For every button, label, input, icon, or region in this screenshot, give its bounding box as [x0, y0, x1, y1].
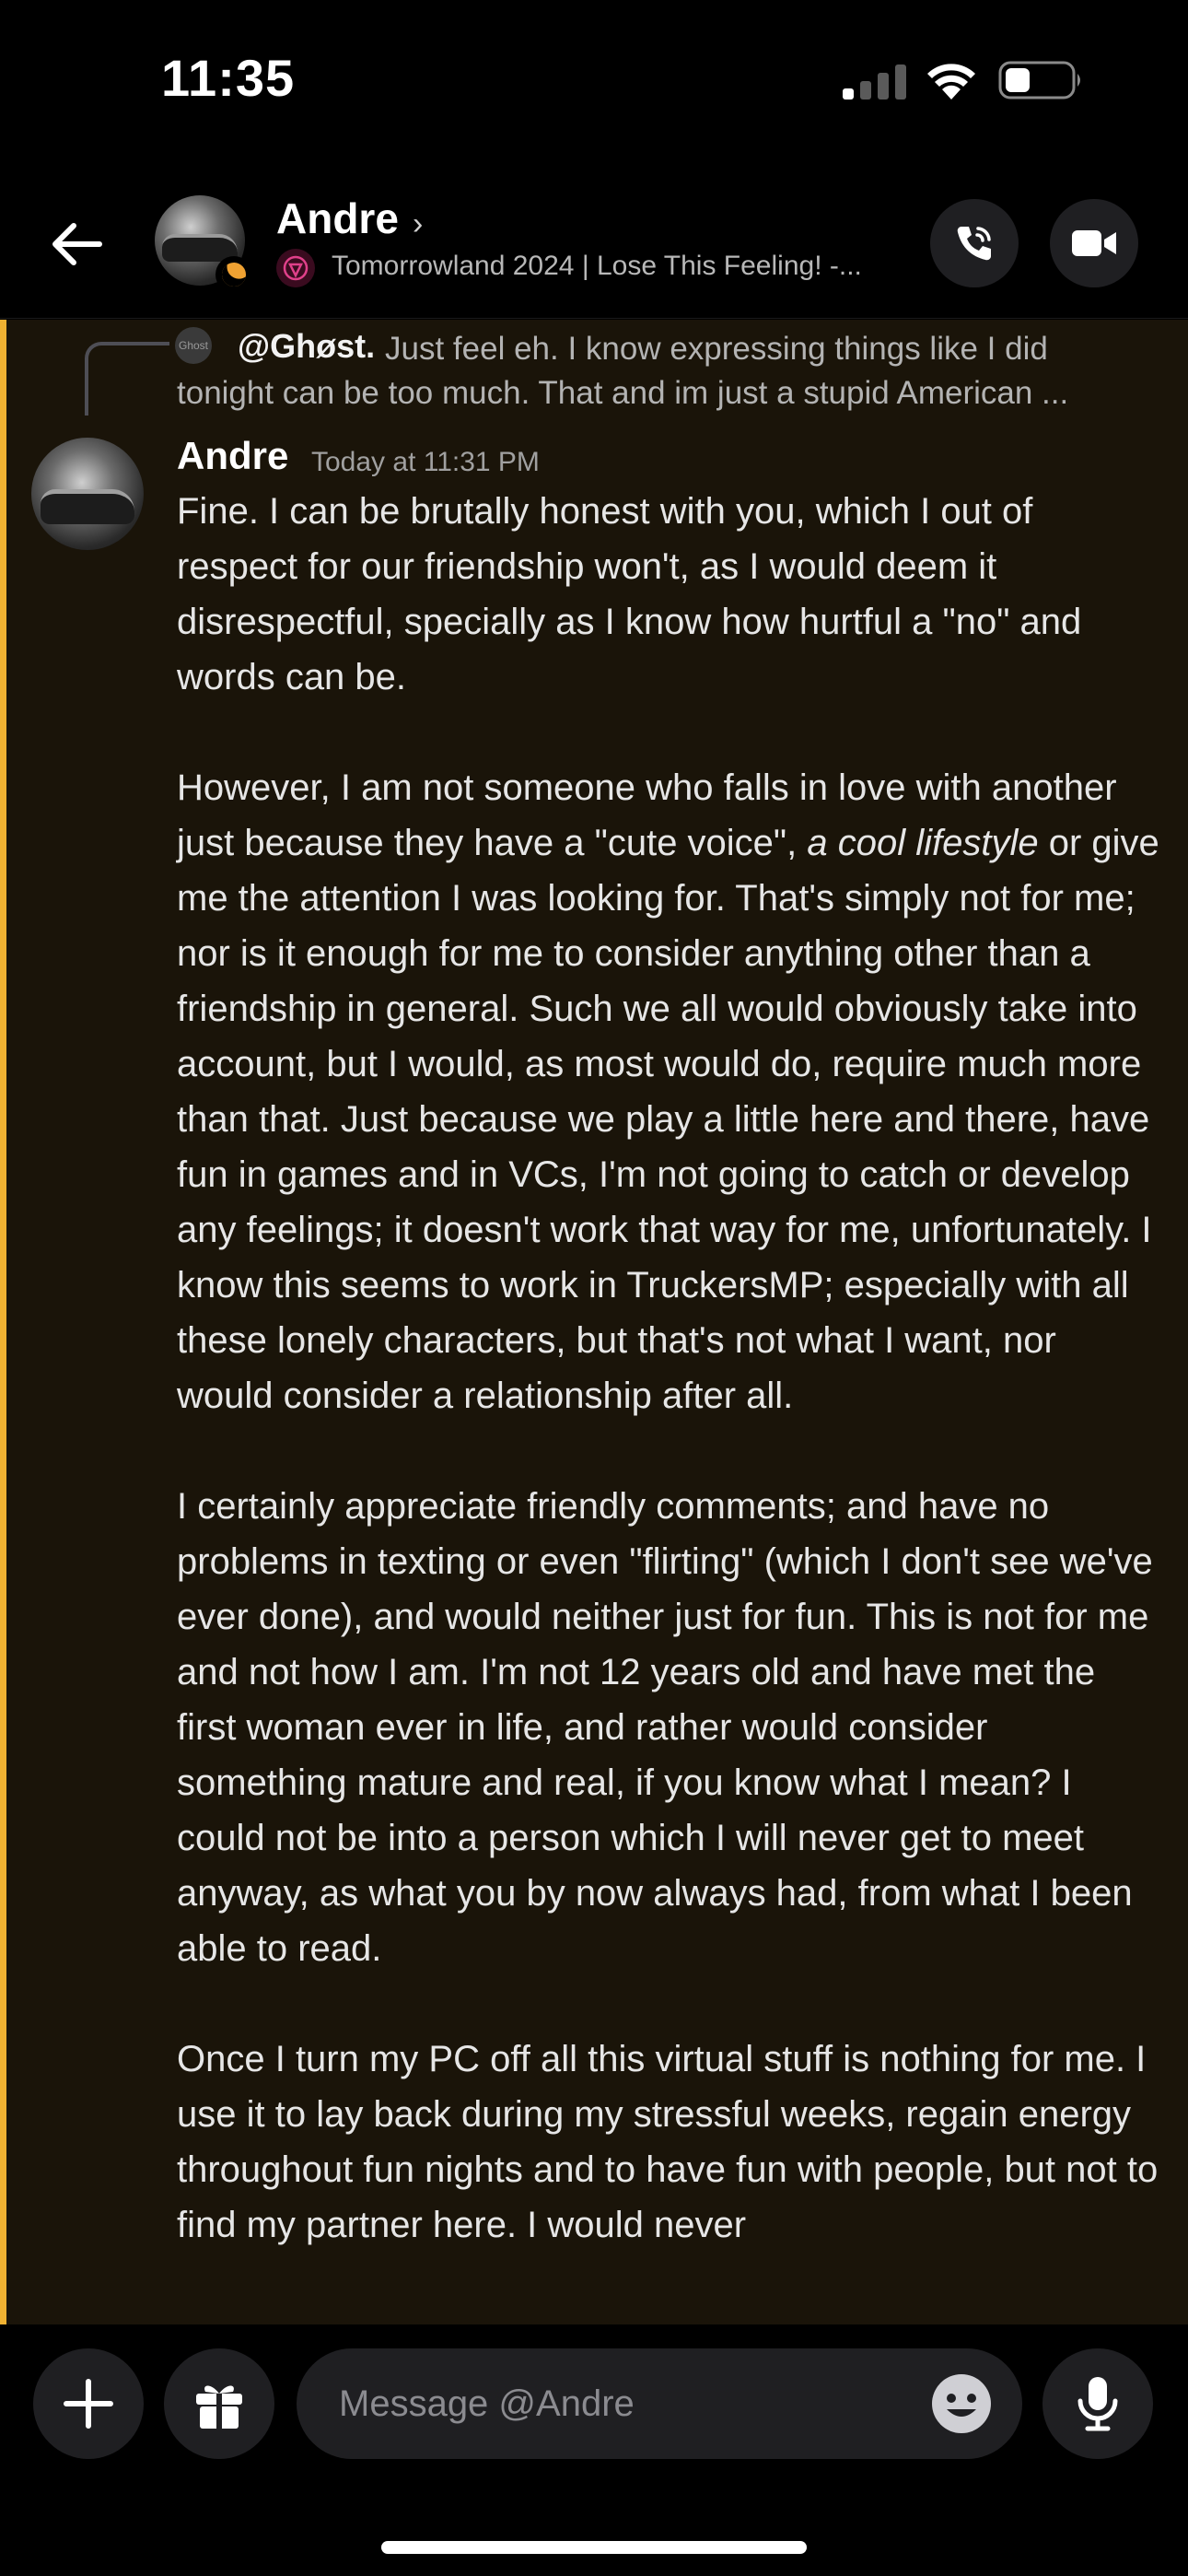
status-bar: 11:35: [0, 0, 1188, 175]
wifi-icon: [927, 64, 975, 100]
gift-button[interactable]: [164, 2348, 274, 2459]
contact-name[interactable]: Andre: [276, 193, 399, 243]
contact-avatar[interactable]: [155, 195, 252, 293]
message-input-container[interactable]: [297, 2348, 1022, 2459]
message-composer: [0, 2324, 1188, 2576]
tomorrowland-activity-icon: [276, 249, 315, 287]
message-list[interactable]: Ghost @Ghøst. Just feel eh. I know expre…: [0, 320, 1188, 2324]
video-call-button[interactable]: [1050, 199, 1138, 287]
voice-call-button[interactable]: [930, 199, 1019, 287]
phone-call-icon: [957, 227, 991, 261]
attach-button[interactable]: [33, 2348, 144, 2459]
mention-highlight-bar: [0, 320, 6, 2324]
reply-preview-text-continued[interactable]: tonight can be too much. That and im jus…: [177, 375, 1153, 412]
message-paragraph-3: I certainly appreciate friendly comments…: [177, 1486, 1153, 1969]
dm-header: Andre › Tomorrowland 2024 | Lose This Fe…: [0, 175, 1188, 319]
plus-icon: [64, 2379, 113, 2429]
chevron-right-icon[interactable]: ›: [413, 206, 423, 242]
video-camera-icon: [1072, 230, 1116, 256]
message-content[interactable]: Fine. I can be brutally honest with you,…: [177, 484, 1162, 2253]
message-timestamp: Today at 11:31 PM: [311, 447, 540, 477]
battery-icon: [998, 61, 1080, 100]
emoji-icon[interactable]: [930, 2372, 993, 2435]
voice-message-button[interactable]: [1042, 2348, 1153, 2459]
message-paragraph-2: However, I am not someone who falls in l…: [177, 760, 1162, 1423]
gift-icon: [196, 2385, 242, 2429]
reply-author[interactable]: @Ghøst.: [238, 327, 375, 366]
message-author-avatar[interactable]: [31, 438, 144, 550]
arrow-left-icon[interactable]: [44, 212, 109, 276]
microphone-icon: [1077, 2377, 1118, 2431]
message-author[interactable]: Andre: [177, 434, 288, 478]
message-italic-text: a cool lifestyle: [807, 823, 1039, 863]
home-indicator[interactable]: [381, 2541, 807, 2554]
message-paragraph-1: Fine. I can be brutally honest with you,…: [177, 491, 1082, 697]
idle-status-icon: [215, 256, 252, 293]
cellular-signal-icon: [843, 64, 906, 100]
activity-status: Tomorrowland 2024 | Lose This Feeling! -…: [332, 251, 862, 281]
status-time: 11:35: [161, 49, 296, 107]
reply-connector: [85, 342, 169, 416]
reply-avatar[interactable]: Ghost: [175, 327, 212, 364]
message-text: or give me the attention I was looking f…: [177, 823, 1159, 1416]
message-paragraph-4: Once I turn my PC off all this virtual s…: [177, 2039, 1159, 2245]
reply-avatar-label: Ghost: [178, 339, 208, 352]
message-input[interactable]: [339, 2374, 891, 2433]
reply-preview-text[interactable]: Just feel eh. I know expressing things l…: [385, 331, 1149, 368]
